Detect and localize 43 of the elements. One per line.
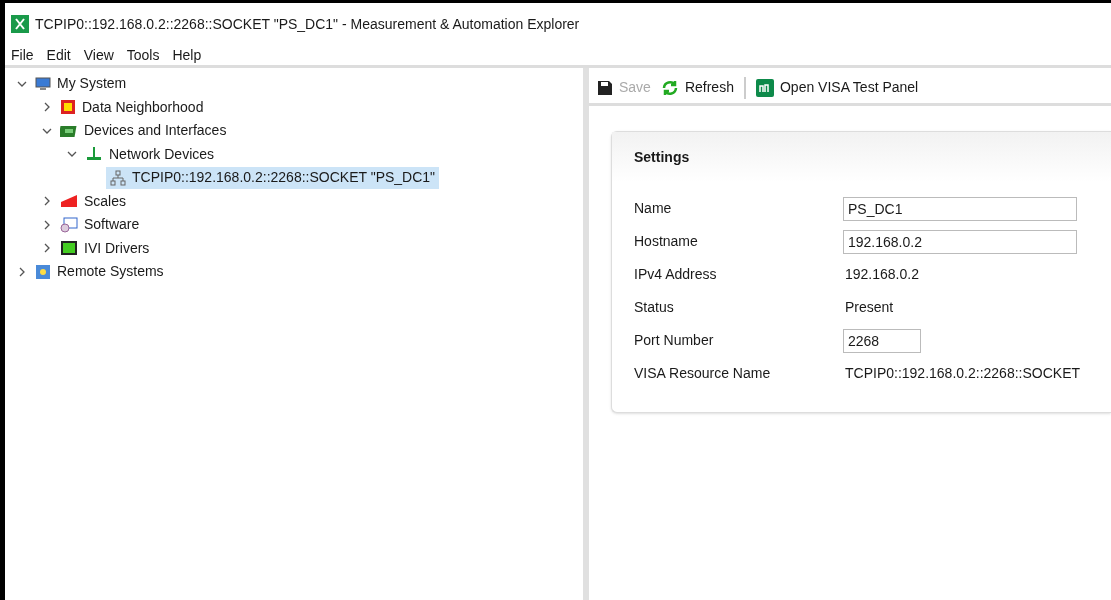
tree-item[interactable]: Devices and Interfaces — [56, 119, 231, 142]
input-field[interactable]: PS_DC1 — [843, 196, 1077, 221]
menu-item[interactable]: View — [83, 44, 114, 66]
computer-icon — [35, 76, 51, 91]
field-value: TCPIP0::192.168.0.2::2268::SOCKET — [844, 364, 1081, 383]
software-icon — [60, 216, 78, 233]
scale-icon — [60, 194, 78, 209]
network-icon — [85, 146, 103, 163]
refresh-icon — [660, 78, 679, 97]
chevron-right-icon[interactable] — [17, 266, 27, 277]
field-label: Hostname — [634, 232, 699, 251]
tree-item[interactable]: Network Devices — [81, 143, 219, 166]
tree-item[interactable]: Scales — [56, 190, 131, 213]
chevron-right-icon[interactable] — [42, 219, 52, 230]
tree-item[interactable]: IVI Drivers — [56, 237, 154, 260]
menu-item[interactable]: File — [11, 44, 34, 66]
chevron-right-icon[interactable] — [42, 196, 52, 207]
field-value: Present — [844, 298, 894, 317]
toolbar-button[interactable]: Refresh — [660, 77, 734, 98]
chevron-right-icon[interactable] — [42, 243, 52, 254]
field-label: Name — [634, 199, 673, 218]
toolbar-button[interactable]: Open VISA Test Panel — [755, 77, 919, 98]
input-field[interactable]: 2268 — [843, 328, 921, 353]
menu-item[interactable]: Tools — [126, 44, 160, 66]
tree-item[interactable]: Data Neighborhood — [56, 96, 208, 119]
field-label: Port Number — [634, 331, 715, 350]
panel-icon — [755, 78, 774, 97]
field-label: Status — [634, 298, 675, 317]
tree-item[interactable]: My System — [31, 72, 131, 95]
app-logo-icon — [11, 15, 29, 33]
menu-item[interactable]: Edit — [46, 44, 71, 66]
window-title: TCPIP0::192.168.0.2::2268::SOCKET "PS_DC1" - Measurement & Automation Explorer — [35, 14, 580, 34]
tree-item[interactable]: Software — [56, 213, 144, 236]
section-title: Settings — [634, 147, 690, 167]
menu-item[interactable]: Help — [172, 44, 202, 66]
field-label: VISA Resource Name — [634, 364, 772, 383]
tree-item[interactable]: Remote Systems — [31, 260, 168, 283]
input-field[interactable]: 192.168.0.2 — [843, 229, 1077, 254]
field-label: IPv4 Address — [634, 265, 718, 284]
field-value: 192.168.0.2 — [844, 265, 919, 284]
network-tree-icon — [110, 169, 126, 186]
tree-item[interactable]: TCPIP0::192.168.0.2::2268::SOCKET "PS_DC1" — [106, 166, 440, 189]
chevron-right-icon[interactable] — [42, 102, 52, 113]
